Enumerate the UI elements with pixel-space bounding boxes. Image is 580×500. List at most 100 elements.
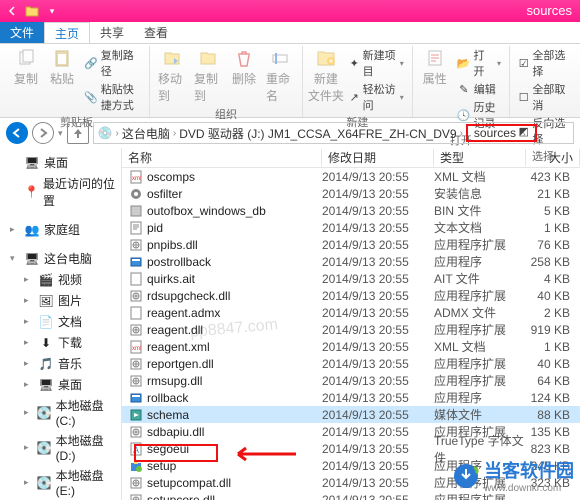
- file-row[interactable]: rmsupg.dll2014/9/13 20:55应用程序扩展64 KB: [122, 372, 580, 389]
- file-row[interactable]: xmloscomps2014/9/13 20:55XML 文档423 KB: [122, 168, 580, 185]
- file-row[interactable]: schema2014/9/13 20:55媒体文件88 KB: [122, 406, 580, 423]
- back-icon[interactable]: [4, 3, 20, 19]
- tab-share[interactable]: 共享: [90, 22, 134, 43]
- file-date: 2014/9/13 20:55: [322, 238, 434, 252]
- copy-button[interactable]: 复制: [8, 46, 44, 89]
- file-date: 2014/9/13 20:55: [322, 476, 434, 490]
- dropdown-icon[interactable]: ▾: [44, 3, 60, 19]
- file-row[interactable]: outofbox_windows_db2014/9/13 20:55BIN 文件…: [122, 202, 580, 219]
- sidebar-item-pictures[interactable]: ▸🖼图片: [0, 290, 121, 311]
- file-row[interactable]: xmlreagent.xml2014/9/13 20:55XML 文档1 KB: [122, 338, 580, 355]
- select-all-icon: ☑: [518, 56, 529, 70]
- file-row[interactable]: rollback2014/9/13 20:55应用程序124 KB: [122, 389, 580, 406]
- rename-button[interactable]: 重命名: [262, 46, 298, 106]
- file-row[interactable]: pid2014/9/13 20:55文本文档1 KB: [122, 219, 580, 236]
- file-type-icon: xml: [128, 339, 143, 354]
- file-date: 2014/9/13 20:55: [322, 255, 434, 269]
- ribbon-group-select: ☑全部选择 ☐全部取消 ◩反向选择 选择: [510, 46, 576, 117]
- file-type-icon: [128, 271, 143, 286]
- file-type: 应用程序: [434, 253, 526, 270]
- file-row[interactable]: rdsupgcheck.dll2014/9/13 20:55应用程序扩展40 K…: [122, 287, 580, 304]
- file-name: reagent.admx: [147, 306, 220, 320]
- col-date[interactable]: 修改日期: [322, 149, 434, 166]
- file-size: 40 KB: [526, 357, 580, 371]
- sidebar-item-documents[interactable]: ▸📄文档: [0, 311, 121, 332]
- delete-button[interactable]: 删除: [226, 46, 262, 89]
- sidebar-item-recent[interactable]: 📍最近访问的位置: [0, 173, 121, 211]
- file-type-icon: [128, 254, 143, 269]
- tab-view[interactable]: 查看: [134, 22, 178, 43]
- sidebar-item-desktop2[interactable]: ▸🖥桌面: [0, 374, 121, 395]
- nav-up-button[interactable]: [67, 122, 89, 144]
- file-type: 应用程序扩展: [434, 236, 526, 253]
- easy-access-button[interactable]: ↗轻松访问▾: [345, 80, 408, 114]
- copy-icon: [16, 48, 36, 68]
- file-date: 2014/9/13 20:55: [322, 170, 434, 184]
- nav-back-button[interactable]: [6, 122, 28, 144]
- file-name: setup: [147, 459, 176, 473]
- paste-button[interactable]: 粘贴: [44, 46, 80, 89]
- sidebar-item-this-pc[interactable]: ▾🖥这台电脑: [0, 248, 121, 269]
- select-all-button[interactable]: ☑全部选择: [514, 46, 572, 80]
- col-name[interactable]: 名称: [122, 149, 322, 166]
- nav-forward-button[interactable]: [32, 122, 54, 144]
- move-icon: [162, 48, 182, 68]
- file-size: 124 KB: [526, 391, 580, 405]
- breadcrumb[interactable]: 💿 › 这台电脑 › DVD 驱动器 (J:) JM1_CCSA_X64FRE_…: [93, 122, 574, 144]
- window-titlebar: ▾ sources: [0, 0, 580, 22]
- copy-path-button[interactable]: 🔗复制路径: [80, 46, 145, 80]
- file-row[interactable]: osfilter2014/9/13 20:55安装信息21 KB: [122, 185, 580, 202]
- crumb-dvd[interactable]: DVD 驱动器 (J:) JM1_CCSA_X64FRE_ZH-CN_DV9: [179, 125, 456, 142]
- file-size: 423 KB: [526, 170, 580, 184]
- sidebar-item-music[interactable]: ▸🎵音乐: [0, 353, 121, 374]
- file-row[interactable]: Asegoeui2014/9/13 20:55TrueType 字体文件823 …: [122, 440, 580, 457]
- file-type-icon: [128, 220, 143, 235]
- file-type-icon: [128, 305, 143, 320]
- select-none-button[interactable]: ☐全部取消: [514, 80, 572, 114]
- file-type: 应用程序: [434, 389, 526, 406]
- tab-home[interactable]: 主页: [44, 22, 90, 43]
- sidebar-item-video[interactable]: ▸🎬视频: [0, 269, 121, 290]
- drive-icon: 💽: [37, 475, 52, 491]
- sidebar-item-disk-e[interactable]: ▸💽本地磁盘 (E:): [0, 465, 121, 500]
- file-type-icon: [128, 322, 143, 337]
- file-name: setupcompat.dll: [147, 476, 231, 490]
- file-row[interactable]: reagent.dll2014/9/13 20:55应用程序扩展919 KB: [122, 321, 580, 338]
- paste-shortcut-button[interactable]: 📎粘贴快捷方式: [80, 80, 145, 114]
- copy-to-button[interactable]: 复制到: [190, 46, 226, 106]
- file-type: AIT 文件: [434, 270, 526, 287]
- crumb-this-pc[interactable]: 这台电脑: [122, 125, 170, 142]
- new-item-button[interactable]: ✦新建项目▾: [345, 46, 408, 80]
- svg-text:xml: xml: [132, 176, 141, 182]
- open-button[interactable]: 📂打开▾: [453, 46, 505, 80]
- file-list[interactable]: xmloscomps2014/9/13 20:55XML 文档423 KBosf…: [122, 168, 580, 500]
- nav-dropdown[interactable]: ▾: [58, 128, 63, 139]
- svg-text:xml: xml: [132, 346, 141, 352]
- pc-icon: 🖥: [24, 251, 40, 267]
- logo-icon: [452, 462, 480, 490]
- crumb-sources[interactable]: sources ›: [466, 124, 537, 142]
- sidebar-item-desktop[interactable]: 🖥桌面: [0, 152, 121, 173]
- file-row[interactable]: pnpibs.dll2014/9/13 20:55应用程序扩展76 KB: [122, 236, 580, 253]
- file-row[interactable]: reagent.admx2014/9/13 20:55ADMX 文件2 KB: [122, 304, 580, 321]
- file-row[interactable]: postrollback2014/9/13 20:55应用程序258 KB: [122, 253, 580, 270]
- sidebar-item-downloads[interactable]: ▸⬇下载: [0, 332, 121, 353]
- main: 🖥桌面 📍最近访问的位置 ▸👥家庭组 ▾🖥这台电脑 ▸🎬视频 ▸🖼图片 ▸📄文档…: [0, 148, 580, 500]
- file-type-icon: [128, 492, 143, 500]
- file-row[interactable]: quirks.ait2014/9/13 20:55AIT 文件4 KB: [122, 270, 580, 287]
- new-folder-button[interactable]: 新建 文件夹: [307, 46, 345, 106]
- file-type: 应用程序扩展: [434, 372, 526, 389]
- properties-button[interactable]: 属性: [417, 46, 453, 89]
- col-type[interactable]: 类型: [434, 149, 526, 166]
- file-row[interactable]: reportgen.dll2014/9/13 20:55应用程序扩展40 KB: [122, 355, 580, 372]
- move-to-button[interactable]: 移动到: [154, 46, 190, 106]
- file-date: 2014/9/13 20:55: [322, 272, 434, 286]
- sidebar-item-disk-d[interactable]: ▸💽本地磁盘 (D:): [0, 430, 121, 465]
- svg-text:A: A: [133, 445, 139, 455]
- sidebar-item-disk-c[interactable]: ▸💽本地磁盘 (C:): [0, 395, 121, 430]
- edit-button[interactable]: ✎编辑: [453, 80, 505, 98]
- col-size[interactable]: 大小: [526, 149, 580, 166]
- tab-file[interactable]: 文件: [0, 22, 44, 43]
- sidebar-item-homegroup[interactable]: ▸👥家庭组: [0, 219, 121, 240]
- history-icon: 🕓: [457, 108, 471, 122]
